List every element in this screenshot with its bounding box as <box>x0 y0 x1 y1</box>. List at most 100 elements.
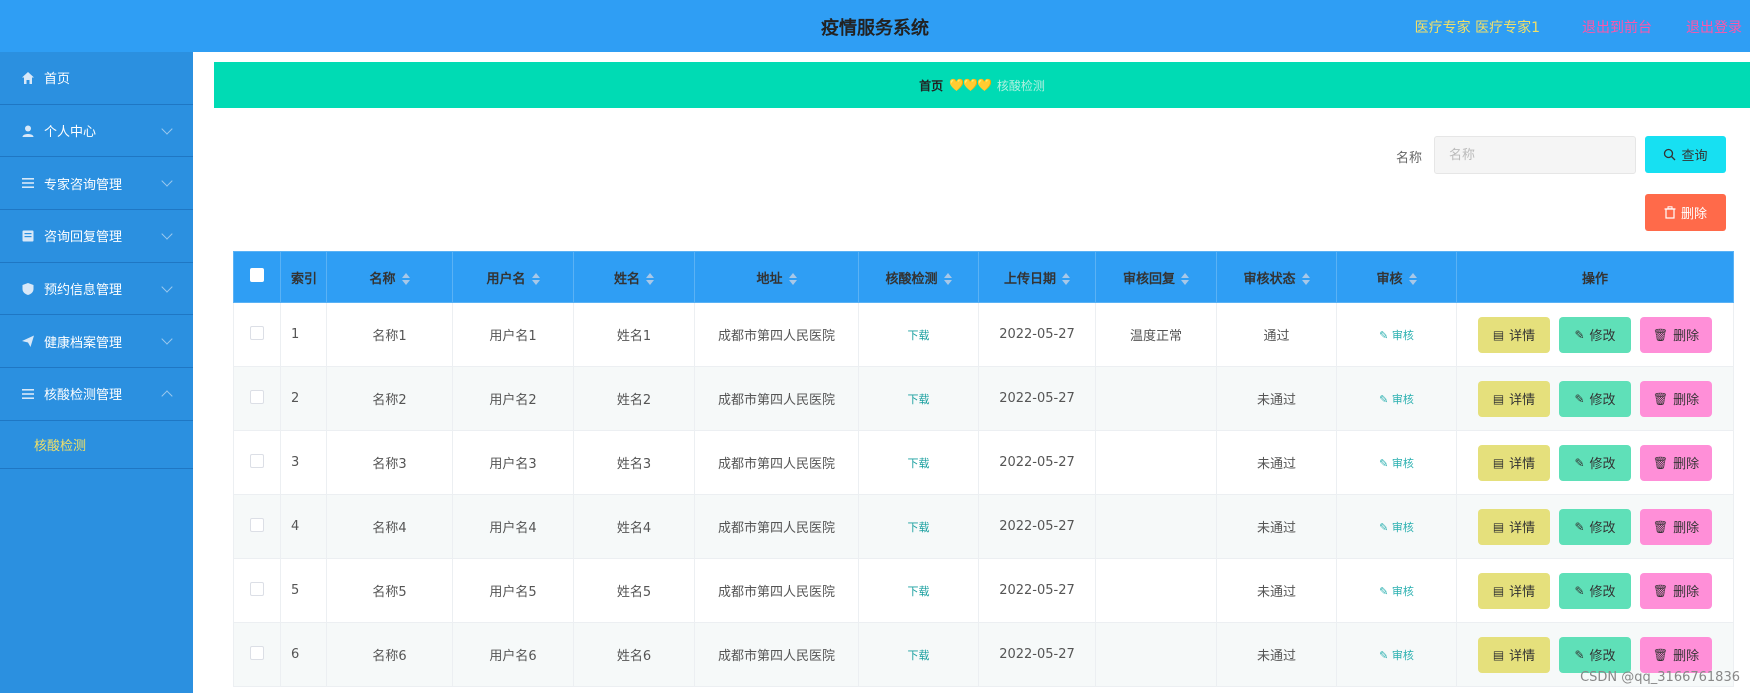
audit-link[interactable]: ✎ 审核 <box>1379 329 1414 342</box>
breadcrumb-current: 核酸检测 <box>996 78 1045 93</box>
audit-link[interactable]: ✎ 审核 <box>1379 521 1414 534</box>
sidebar-item-consult-reply[interactable]: 咨询回复管理 <box>0 210 193 263</box>
cell-reply <box>1095 622 1217 687</box>
col-report[interactable]: 核酸检测 <box>858 251 979 303</box>
exit-to-frontend-link[interactable]: 退出到前台 <box>1582 17 1652 37</box>
row-checkbox[interactable] <box>250 389 264 404</box>
sort-icon[interactable] <box>646 273 654 285</box>
detail-button[interactable]: ▤ 详情 <box>1478 636 1550 673</box>
detail-button[interactable]: ▤ 详情 <box>1478 316 1550 353</box>
edit-label: 修改 <box>1589 393 1616 408</box>
delete-button[interactable]: 🗑 删除 <box>1640 316 1712 353</box>
delete-button[interactable]: 🗑 删除 <box>1640 380 1712 417</box>
sort-icon[interactable] <box>1301 273 1310 285</box>
row-checkbox[interactable] <box>250 453 264 468</box>
cell-username: 用户名3 <box>452 430 574 495</box>
sidebar-item-appointment[interactable]: 预约信息管理 <box>0 263 193 316</box>
edit-button[interactable]: ✎ 修改 <box>1559 444 1631 481</box>
select-all-checkbox[interactable] <box>250 268 264 282</box>
col-username[interactable]: 用户名 <box>452 251 574 303</box>
cell-reply <box>1095 494 1217 559</box>
sort-icon[interactable] <box>943 273 952 285</box>
col-audit[interactable]: 审核 <box>1336 251 1457 303</box>
row-checkbox[interactable] <box>250 325 264 340</box>
delete-button[interactable]: 🗑 删除 <box>1640 636 1712 673</box>
delete-button[interactable]: 🗑 删除 <box>1640 444 1712 481</box>
sidebar-item-label: 咨询回复管理 <box>44 230 123 246</box>
cell-date: 2022-05-27 <box>978 430 1096 495</box>
edit-button[interactable]: ✎ 修改 <box>1559 316 1631 353</box>
audit-link[interactable]: ✎ 审核 <box>1379 649 1414 662</box>
detail-button[interactable]: ▤ 详情 <box>1478 572 1550 609</box>
sidebar-item-expert-consult[interactable]: 专家咨询管理 <box>0 157 193 211</box>
table-row: 6 名称6 用户名6 姓名6 成都市第四人民医院 下载 2022-05-27 未通过 ✎ 审核 ▤… <box>233 622 1734 687</box>
trash-icon: 🗑 <box>1652 647 1669 662</box>
row-checkbox[interactable] <box>250 517 264 532</box>
download-link[interactable]: 下载 <box>908 329 930 342</box>
sidebar-item-personal-center[interactable]: 个人中心 <box>0 105 193 158</box>
batch-delete-button[interactable]: 删除 <box>1645 194 1726 231</box>
col-name[interactable]: 名称 <box>326 251 453 303</box>
download-link[interactable]: 下载 <box>908 393 930 406</box>
detail-button[interactable]: ▤ 详情 <box>1478 444 1550 481</box>
cell-address: 成都市第四人民医院 <box>694 622 859 687</box>
search-input[interactable] <box>1434 136 1636 174</box>
audit-link[interactable]: ✎ 审核 <box>1379 585 1414 598</box>
detail-label: 详情 <box>1509 521 1536 536</box>
detail-button[interactable]: ▤ 详情 <box>1478 508 1550 545</box>
audit-link[interactable]: ✎ 审核 <box>1379 393 1414 406</box>
edit-button[interactable]: ✎ 修改 <box>1559 636 1631 673</box>
delete-label: 删除 <box>1673 329 1700 344</box>
row-checkbox[interactable] <box>250 581 264 596</box>
edit-button[interactable]: ✎ 修改 <box>1559 572 1631 609</box>
delete-button[interactable]: 🗑 删除 <box>1640 508 1712 545</box>
sidebar-item-health-records[interactable]: 健康档案管理 <box>0 315 193 369</box>
cell-realname: 姓名2 <box>573 366 695 431</box>
download-link[interactable]: 下载 <box>908 521 930 534</box>
sort-icon[interactable] <box>1408 273 1417 285</box>
sort-icon[interactable] <box>531 273 540 285</box>
delete-label: 删除 <box>1673 649 1700 664</box>
sidebar-item-home[interactable]: 首页 <box>0 52 193 105</box>
col-reply[interactable]: 审核回复 <box>1095 251 1217 303</box>
sort-icon[interactable] <box>788 273 797 285</box>
row-checkbox[interactable] <box>250 645 264 660</box>
download-link[interactable]: 下载 <box>908 585 930 598</box>
trash-icon: 🗑 <box>1652 455 1669 470</box>
col-label: 核酸检测 <box>885 271 938 287</box>
breadcrumb-home[interactable]: 首页 <box>919 77 943 94</box>
logout-link[interactable]: 退出登录 <box>1686 17 1742 37</box>
sort-icon[interactable] <box>401 273 410 285</box>
col-label: 审核状态 <box>1243 271 1296 287</box>
sidebar: 首页 个人中心 专家咨询管理 咨询回复管理 预约信息管理 健康档案管理 核酸检测… <box>0 52 193 693</box>
edit-pen-icon: ✎ <box>1379 648 1392 662</box>
sidebar-item-nucleic-test[interactable]: 核酸检测管理 <box>0 368 193 421</box>
sort-icon[interactable] <box>1181 273 1189 285</box>
cell-name: 名称2 <box>326 366 453 431</box>
edit-button[interactable]: ✎ 修改 <box>1559 380 1631 417</box>
sort-icon[interactable] <box>1062 273 1070 285</box>
detail-label: 详情 <box>1509 649 1536 664</box>
table-row: 4 名称4 用户名4 姓名4 成都市第四人民医院 下载 2022-05-27 未通过 ✎ 审核 ▤… <box>233 494 1734 559</box>
delete-button[interactable]: 🗑 删除 <box>1640 572 1712 609</box>
cell-audit: ✎ 审核 <box>1336 622 1457 687</box>
download-link[interactable]: 下载 <box>908 649 930 662</box>
download-link[interactable]: 下载 <box>908 457 930 470</box>
audit-link[interactable]: ✎ 审核 <box>1379 457 1414 470</box>
doc-icon: ▤ <box>1492 391 1505 406</box>
cell-reply <box>1095 558 1217 623</box>
col-index: 索引 <box>280 251 327 303</box>
chevron-down-icon <box>161 123 173 135</box>
edit-pen-icon: ✎ <box>1574 583 1585 598</box>
col-status[interactable]: 审核状态 <box>1216 251 1337 303</box>
table-row: 1 名称1 用户名1 姓名1 成都市第四人民医院 下载 2022-05-27 温度正常 通过 ✎ … <box>233 302 1734 367</box>
cell-audit: ✎ 审核 <box>1336 430 1457 495</box>
col-date[interactable]: 上传日期 <box>978 251 1096 303</box>
sidebar-subitem-nucleic-test[interactable]: 核酸检测 <box>0 421 193 469</box>
edit-button[interactable]: ✎ 修改 <box>1559 508 1631 545</box>
cell-report: 下载 <box>858 302 979 367</box>
col-address[interactable]: 地址 <box>694 251 859 303</box>
detail-button[interactable]: ▤ 详情 <box>1478 380 1550 417</box>
search-button[interactable]: 查询 <box>1645 136 1726 173</box>
col-realname[interactable]: 姓名 <box>573 251 695 303</box>
